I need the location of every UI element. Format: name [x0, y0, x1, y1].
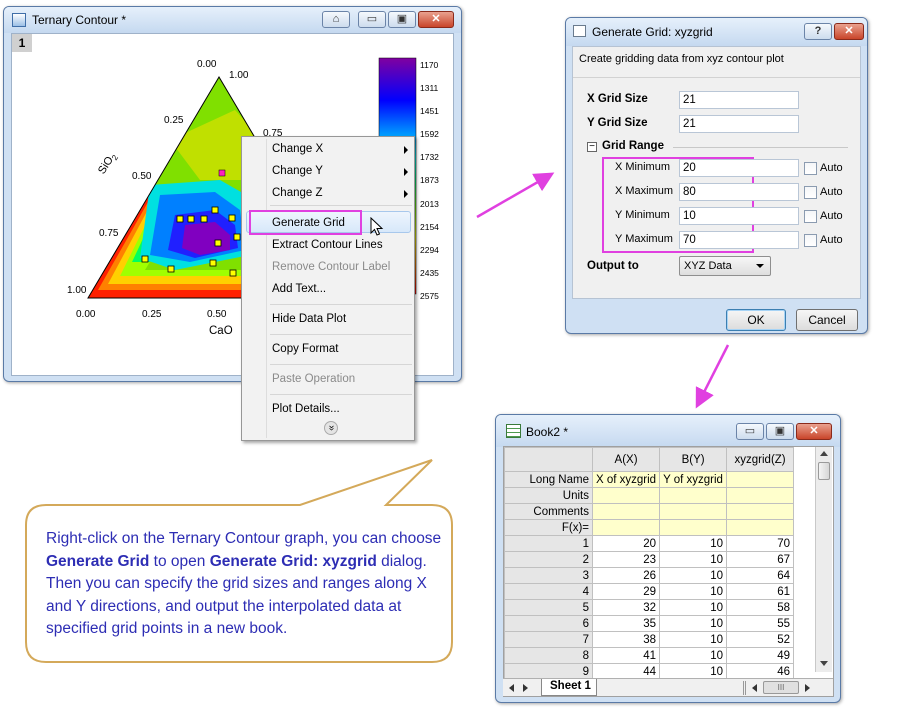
callout-bold-1: Generate Grid: [46, 552, 150, 570]
callout-text-2: to open: [149, 552, 210, 570]
callout-text-1: Right-click on the Ternary Contour graph…: [46, 530, 442, 547]
callout-bold-2: Generate Grid: xyzgrid: [209, 552, 377, 570]
callout-text: Right-click on the Ternary Contour graph…: [46, 528, 442, 641]
